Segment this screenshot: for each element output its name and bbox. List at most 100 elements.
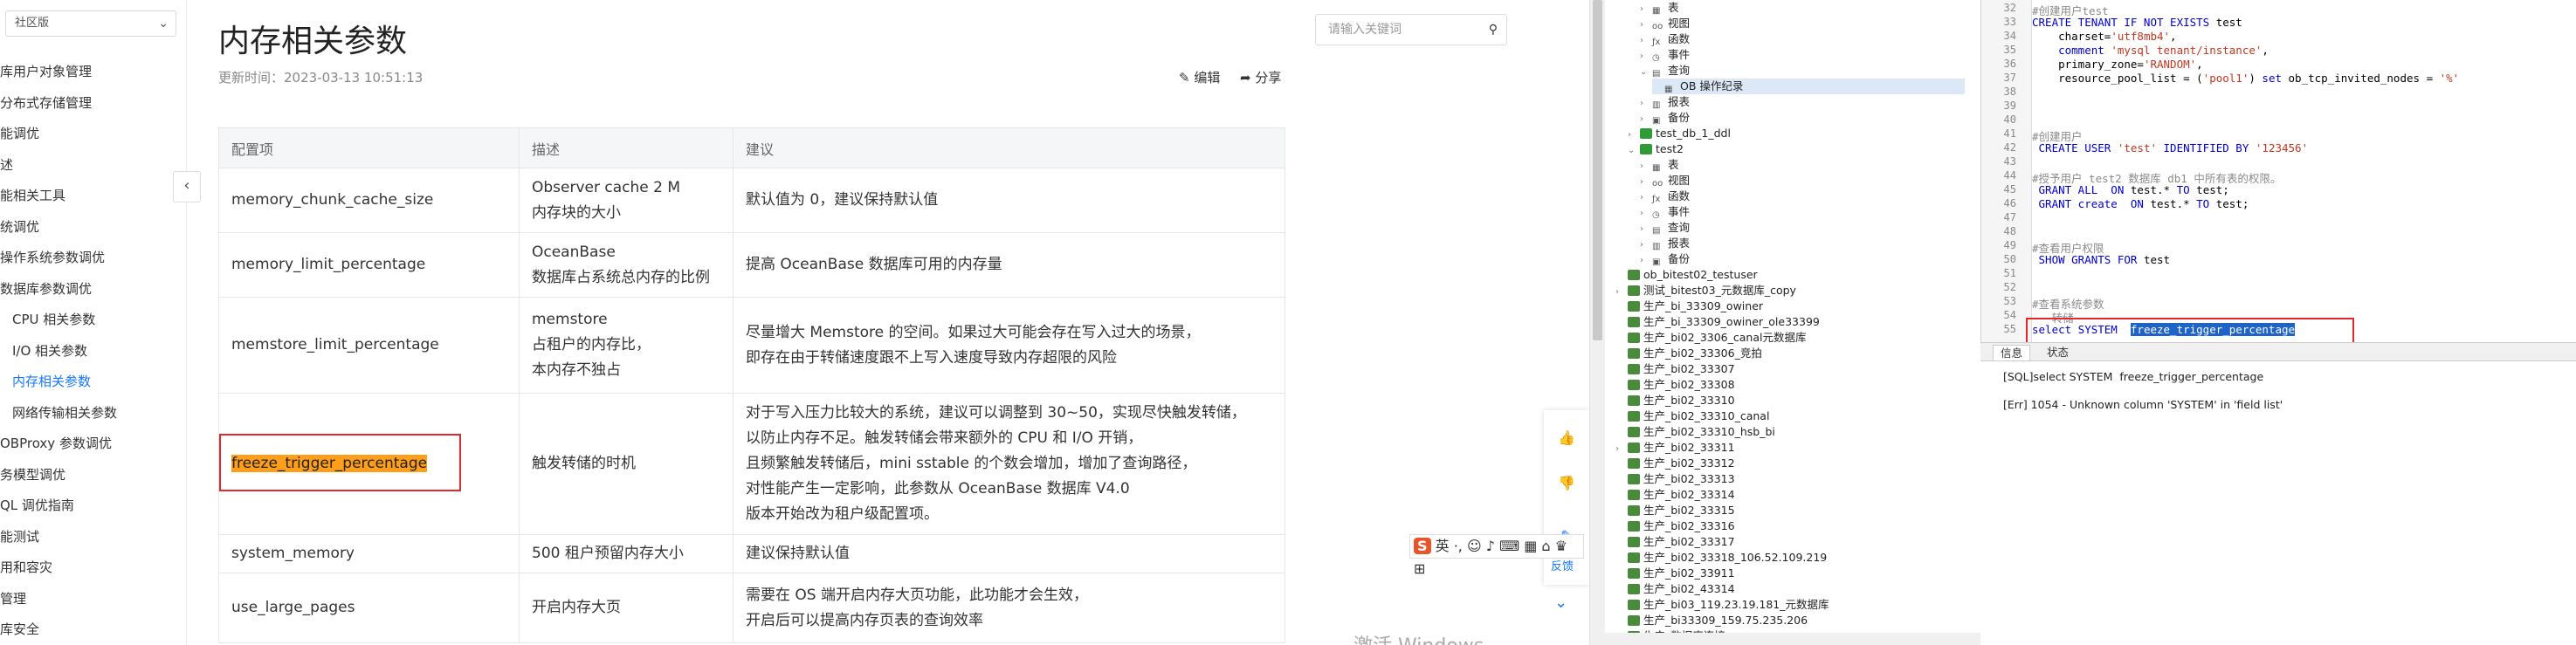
tree-item[interactable]: › test_db_1_ddl	[1628, 126, 1965, 141]
nav-item[interactable]: CPU 相关参数	[12, 307, 95, 332]
tree-item[interactable]: 生产_bi33309_159.75.235.206	[1615, 613, 1965, 628]
tree-item[interactable]: 生产_bi_33309_owiner	[1615, 298, 1965, 314]
param-name-cell: system_memory	[218, 534, 520, 573]
tree-item[interactable]: 生产_bi02_33317	[1615, 534, 1965, 550]
tree-item[interactable]: › ▦ 表	[1640, 157, 1965, 173]
tree-item[interactable]: ⌄ ▤ 查询	[1640, 63, 1965, 79]
tree-item[interactable]: › oo 视图	[1640, 173, 1965, 189]
nav-item[interactable]: 库安全	[0, 617, 39, 642]
nav-item[interactable]: 操作系统参数调优	[0, 245, 105, 270]
tree-item[interactable]: › oo 视图	[1640, 16, 1965, 31]
code-token: 'RANDOM'	[2143, 58, 2197, 71]
tree-horizontal-scrollbar[interactable]	[1605, 633, 1980, 645]
tree-item[interactable]: 生产_bi_33309_owiner_ole33399	[1615, 314, 1965, 330]
tree-item[interactable]: › ◷ 事件	[1640, 47, 1965, 63]
nav-item[interactable]: 网络传输相关参数	[12, 401, 117, 425]
code-token: TO	[2176, 183, 2190, 196]
line-gutter: 32 33 34 35 36 37 38 39 40 41 42 43 44 45 46 47 48 49 50 51…	[1981, 0, 2032, 342]
nav-item[interactable]: 务模型调优	[0, 463, 65, 487]
chevron-down-icon[interactable]: ⌄	[1628, 143, 1640, 159]
tree-item[interactable]: 生产_bi02_33307	[1615, 361, 1965, 377]
tree-item-label: 生产_bi02_33307	[1643, 362, 1735, 375]
edit-button[interactable]: ✎ 编辑	[1179, 68, 1220, 86]
tree-item[interactable]: ob_bitest02_testuser	[1615, 267, 1965, 283]
tree-item[interactable]: 生产_bi02_33911	[1615, 566, 1965, 581]
nav-item[interactable]: 库用户对象管理	[0, 59, 92, 84]
tree-item[interactable]: 生产_bi02_33316	[1615, 518, 1965, 534]
tree-item[interactable]: 生产_bi02_33318_106.52.109.219	[1615, 550, 1965, 566]
collapse-sidebar-button[interactable]: ‹	[173, 171, 201, 202]
tree-item[interactable]: ⌄ test2	[1628, 141, 1965, 157]
tree-item[interactable]: 生产_bi02_33310	[1615, 393, 1965, 408]
scrollbar-thumb[interactable]	[1593, 0, 1602, 340]
ime-toolbar[interactable]: S 英 ·, ☺ ♪ ⌨ ▦ ⌂ ♛ ⊞	[1409, 534, 1584, 577]
nav-item[interactable]: 管理	[0, 587, 26, 611]
param-desc-line: 本内存不独占	[532, 361, 621, 379]
param-advice-cell: 对于写入压力比较大的系统，建议可以调整到 30~50，实现尽快触发转储， 以防止内…	[733, 393, 1285, 535]
edition-select[interactable]: 社区版 ⌄	[5, 10, 176, 37]
tree-item[interactable]: › ▤ 查询	[1640, 220, 1965, 236]
nav-item[interactable]: 数据库参数调优	[0, 277, 92, 301]
tree-item[interactable]: › ƒx 函数	[1640, 189, 1965, 204]
param-advice-line: 版本开始改为租户级配置项。	[746, 505, 939, 523]
tree-item[interactable]: › 测试_bitest03_元数据库_copy	[1615, 283, 1965, 298]
tree-item[interactable]: 生产_bi02_33310_hsb_bi	[1615, 424, 1965, 440]
param-desc-line: 开启内存大页	[532, 599, 621, 616]
nav-item[interactable]: 能相关工具	[0, 183, 65, 208]
tree-item[interactable]: 生产_bi02_33312	[1615, 456, 1965, 471]
tree-item[interactable]: 生产_bi02_33306_竞拍	[1615, 346, 1965, 361]
tree-item[interactable]: 生产_bi02_33313	[1615, 471, 1965, 487]
tree-item[interactable]: 生产_bi02_33315	[1615, 503, 1965, 518]
tree-item-label: 查询	[1668, 221, 1691, 234]
param-advice-line: 建议保持默认值	[746, 545, 850, 562]
tree-item[interactable]: ▦ OB 操作纪录	[1652, 79, 1965, 94]
nav-item[interactable]: 内存相关参数	[12, 369, 91, 394]
param-advice-cell: 建议保持默认值	[733, 534, 1285, 573]
tree-item[interactable]: › ▣ 备份	[1640, 251, 1965, 267]
result-line: [SQL]select SYSTEM freeze_trigger_percen…	[2003, 370, 2264, 383]
tree-item[interactable]: › ◷ 事件	[1640, 204, 1965, 220]
param-advice-line: 以防止内存不足。触发转储会带来额外的 CPU 和 I/O 开销，	[746, 429, 1143, 447]
result-tab[interactable]: 状态	[2040, 345, 2076, 360]
tree-item[interactable]: 生产_bi02_43314	[1615, 581, 1965, 597]
code-token: IDENTIFIED BY	[2157, 141, 2256, 154]
nav-item[interactable]: 述	[0, 153, 13, 177]
share-button[interactable]: ➦ 分享	[1240, 68, 1281, 86]
chevron-down-icon[interactable]: ⌄	[1554, 594, 1567, 612]
result-tab[interactable]: 信息	[1993, 345, 2031, 360]
nav-item[interactable]: 能测试	[0, 525, 39, 549]
thumbs-up-icon[interactable]: 👍	[1554, 426, 1579, 450]
feedback-float: 👍 👎 ✎ 反馈	[1544, 410, 1589, 585]
tree-item[interactable]: › ▣ 备份	[1640, 110, 1965, 126]
param-advice-line: 即存在由于转储速度跟不上写入速度导致内存超限的风险	[746, 348, 1117, 367]
tree-item[interactable]: › 生产_bi02_33311	[1615, 440, 1965, 456]
param-name: system_memory	[231, 545, 355, 562]
nav-item[interactable]: 能调优	[0, 121, 39, 146]
search-icon[interactable]: ⚲	[1489, 15, 1498, 45]
nav-item[interactable]: 用和容灾	[0, 555, 52, 580]
param-advice-line: 需要在 OS 端开启内存大页功能，此功能才会生效，	[746, 586, 1088, 604]
nav-item[interactable]: QL 调优指南	[0, 493, 74, 518]
thumbs-down-icon[interactable]: 👎	[1554, 471, 1579, 496]
doc-scrollbar[interactable]	[1589, 0, 1605, 645]
nav-item[interactable]: 分布式存储管理	[0, 91, 92, 115]
feedback-label[interactable]: 反馈	[1551, 557, 1574, 573]
tree-item[interactable]: 生产_bi02_33308	[1615, 377, 1965, 393]
tree-item[interactable]: 生产_bi02_33314	[1615, 487, 1965, 503]
chevron-down-icon[interactable]: ⌄	[1640, 65, 1652, 80]
tree-item[interactable]: 生产_bi02_33310_canal	[1615, 408, 1965, 424]
sql-editor[interactable]: 32 33 34 35 36 37 38 39 40 41 42 43 44 45 46 47 48 49 50 51…	[1980, 0, 2576, 342]
nav-item[interactable]: I/O 相关参数	[12, 339, 87, 363]
param-name-cell: memstore_limit_percentage	[218, 297, 520, 394]
tree-item[interactable]: 生产_bi02_3306_canal元数据库	[1615, 330, 1965, 346]
code-token: GRANT ALL ON	[2032, 183, 2131, 196]
tree-item[interactable]: 生产_bi03_119.23.19.181_元数据库	[1615, 597, 1965, 613]
tree-item[interactable]: › ▦ 表	[1640, 0, 1965, 16]
nav-item[interactable]: OBProxy 参数调优	[0, 431, 112, 456]
tree-item[interactable]: › ▥ 报表	[1640, 236, 1965, 251]
nav-item[interactable]: 统调优	[0, 215, 39, 239]
search-input[interactable]: 请输入关键词 ⚲	[1315, 14, 1507, 45]
tree-item[interactable]: › ƒx 函数	[1640, 31, 1965, 47]
tree-item[interactable]: › ▥ 报表	[1640, 94, 1965, 110]
code-token: charset=	[2032, 30, 2111, 43]
